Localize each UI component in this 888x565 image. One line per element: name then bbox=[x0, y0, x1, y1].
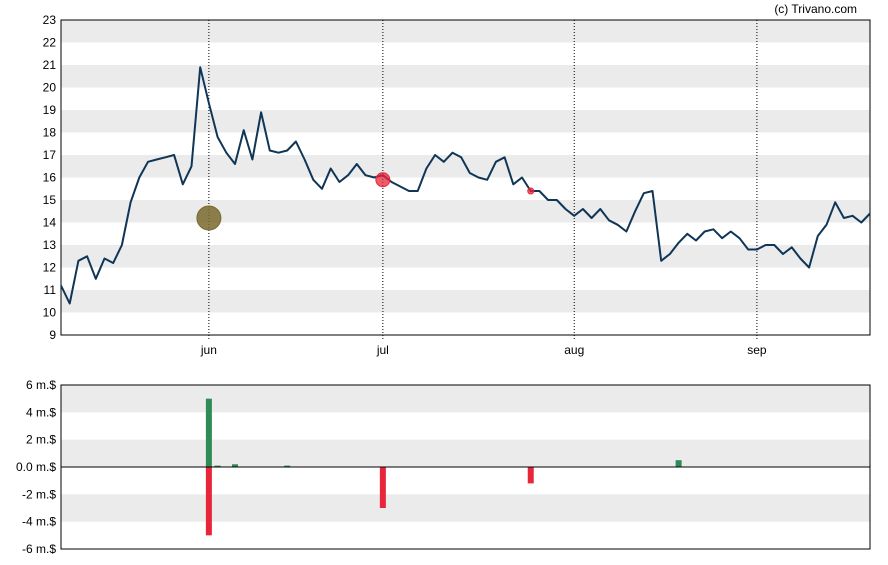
y-tick-label: 9 bbox=[49, 328, 56, 342]
y-tick-label: 15 bbox=[43, 193, 57, 207]
y-tick-label: 12 bbox=[43, 261, 57, 275]
buy-volume-bar bbox=[675, 460, 682, 467]
x-tick-label: aug bbox=[564, 343, 584, 357]
grid-band bbox=[61, 245, 870, 268]
x-tick-label: sep bbox=[747, 343, 767, 357]
buy-volume-bar bbox=[205, 398, 212, 467]
x-tick-label: jul bbox=[376, 343, 389, 357]
y-tick-label: 4 m.$ bbox=[26, 405, 56, 419]
y-tick-label: 23 bbox=[43, 13, 57, 27]
y-tick-label: 13 bbox=[43, 238, 57, 252]
grid-band bbox=[61, 439, 870, 467]
grid-band bbox=[61, 20, 870, 43]
grid-band bbox=[61, 200, 870, 223]
y-tick-label: 6 m.$ bbox=[26, 378, 56, 392]
y-tick-label: -2 m.$ bbox=[22, 487, 56, 501]
y-tick-label: 16 bbox=[43, 171, 57, 185]
y-tick-label: 2 m.$ bbox=[26, 433, 56, 447]
grid-band bbox=[61, 385, 870, 413]
buy-marker bbox=[196, 205, 222, 231]
y-tick-label: -6 m.$ bbox=[22, 542, 56, 556]
y-tick-label: 11 bbox=[44, 283, 57, 297]
insider-trading-chart: jun jul aug sep 9 10 11 12 13 14 15 16 17 18 19 20 21 22 2… bbox=[16, 2, 871, 556]
y-tick-label: 14 bbox=[43, 216, 57, 230]
sell-marker bbox=[375, 172, 391, 188]
grid-band bbox=[61, 65, 870, 88]
y-tick-label: 21 bbox=[43, 58, 57, 72]
x-tick-label: jun bbox=[200, 343, 217, 357]
y-tick-label: 18 bbox=[43, 126, 57, 140]
y-tick-label: 17 bbox=[43, 148, 57, 162]
y-tick-label: 0.0 m.$ bbox=[16, 460, 56, 474]
grid-band bbox=[61, 290, 870, 313]
grid-band bbox=[61, 110, 870, 133]
y-tick-label: 20 bbox=[43, 81, 57, 95]
y-tick-label: 22 bbox=[43, 36, 57, 50]
y-tick-label: 19 bbox=[43, 103, 57, 117]
credit-label: (c) Trivano.com bbox=[774, 2, 857, 16]
price-series-line bbox=[60, 66, 871, 305]
y-tick-label: -4 m.$ bbox=[22, 515, 56, 529]
price-panel: jun jul aug sep 9 10 11 12 13 14 15 16 17 18 19 20 21 22 2… bbox=[43, 13, 871, 357]
sell-volume-bar bbox=[379, 467, 386, 508]
sell-marker bbox=[527, 187, 535, 195]
volume-panel: -6 m.$ -4 m.$ -2 m.$ 0.0 m.$ 2 m.$ 4 m.$ 6 m.$ bbox=[16, 378, 871, 556]
sell-volume-bar bbox=[527, 467, 534, 484]
sell-volume-bar bbox=[205, 467, 212, 536]
y-tick-label: 10 bbox=[43, 306, 57, 320]
grid-band bbox=[61, 494, 870, 522]
